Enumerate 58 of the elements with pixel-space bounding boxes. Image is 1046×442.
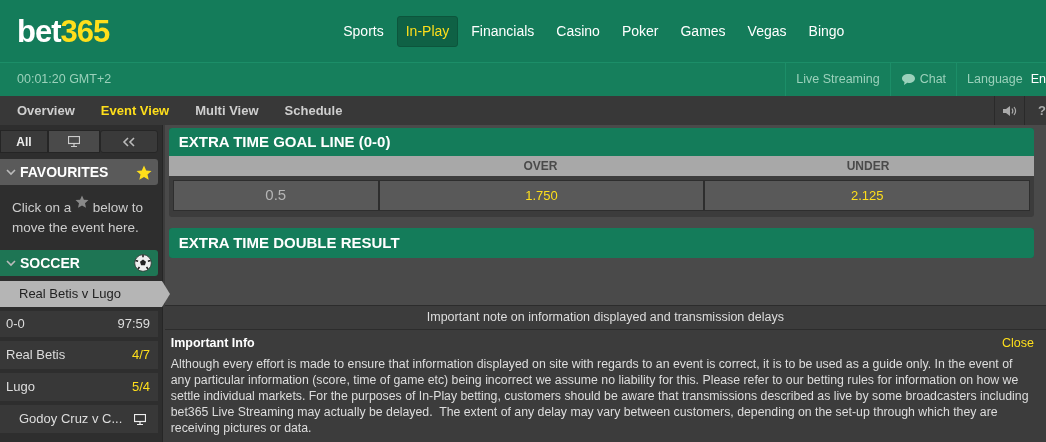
selection-row[interactable]: Real Betis 4/7 xyxy=(0,341,158,369)
selection-row[interactable]: Lugo 5/4 xyxy=(0,373,158,401)
soccer-ball-icon xyxy=(134,254,152,272)
clock-text: 00:01:20 GMT+2 xyxy=(17,71,112,89)
nav-tab[interactable]: Bingo xyxy=(799,15,854,47)
info-paragraph: Although every effort is made to ensure that information displayed on site with regards to an event is correct, it is to be used as a guide only. In the event of any particular information (score, time of game etc) being incorrect we assume no liability for this. Please refer to our betting rules for information on how we settle individual markets. For the purposes of In-Play betting, customers should be aware that transmissions described as live by some broadcasters including bet365 Live Streaming may actually be delayed. The extent of any delay may vary between customers, depending on the set-up through which they are receiving pictures or data. xyxy=(170,356,1030,436)
hint-text: below to xyxy=(92,200,144,215)
star-icon xyxy=(136,164,152,180)
section-title: FAVOURITES xyxy=(20,162,109,182)
nav-tab[interactable]: Sports xyxy=(334,15,393,47)
view-tab[interactable]: Multi View xyxy=(186,100,268,121)
nav-tab[interactable]: Games xyxy=(671,15,735,47)
event-item[interactable]: Godoy Cruz v C... xyxy=(0,405,158,433)
nav-tab[interactable]: Casino xyxy=(547,15,609,47)
match-clock: 97:59 xyxy=(117,315,150,334)
nav-tab[interactable]: Vegas xyxy=(738,15,796,47)
help-button[interactable]: ? xyxy=(1038,100,1046,121)
team-name: Lugo xyxy=(6,378,35,397)
nav-tab[interactable]: Financials xyxy=(462,15,544,47)
view-tab[interactable]: Overview xyxy=(8,100,84,121)
logo[interactable]: bet365 xyxy=(17,15,110,47)
info-title: Important Info xyxy=(170,335,255,351)
view-tab[interactable]: Event View xyxy=(91,100,179,121)
filter-tab[interactable] xyxy=(48,130,100,153)
nav-tab[interactable]: Poker xyxy=(612,15,668,47)
double-chevron-icon xyxy=(122,136,136,147)
language-label: Language xyxy=(967,71,1023,89)
nav-tab[interactable]: In-Play xyxy=(396,15,459,47)
line-cell: 0.5 xyxy=(172,180,379,211)
collapse-button[interactable] xyxy=(100,130,158,153)
chat-icon xyxy=(900,73,916,86)
language-value[interactable]: En xyxy=(1030,70,1046,89)
odds-button[interactable]: 2.125 xyxy=(704,180,1030,211)
odds-text: 5/4 xyxy=(131,378,150,397)
hint-text: move the event here. xyxy=(12,219,139,237)
filter-tab[interactable]: All xyxy=(0,130,48,153)
team-name: Real Betis xyxy=(6,346,66,365)
chat-link[interactable]: Chat xyxy=(919,70,947,89)
soccer-header[interactable]: SOCCER xyxy=(0,250,158,276)
section-title: SOCCER xyxy=(20,253,80,273)
odds-button[interactable]: 1.750 xyxy=(378,180,705,211)
speaker-icon[interactable] xyxy=(1001,103,1018,118)
event-name: Godoy Cruz v C... xyxy=(19,410,123,429)
monitor-icon xyxy=(68,136,80,147)
odds-text: 4/7 xyxy=(131,346,150,365)
close-link[interactable]: Close xyxy=(1002,335,1034,351)
column-header: OVER xyxy=(523,159,558,173)
column-header: UNDER xyxy=(846,159,890,173)
favourites-header[interactable]: FAVOURITES xyxy=(0,159,158,185)
market-header[interactable]: EXTRA TIME GOAL LINE (0-0) xyxy=(168,128,1034,156)
note-banner-text: Important note on information displayed and transmission delays xyxy=(426,309,784,327)
hint-text: Click on a xyxy=(12,200,72,215)
market-header[interactable]: EXTRA TIME DOUBLE RESULT xyxy=(168,228,1034,258)
score-text: 0-0 xyxy=(6,315,25,334)
live-streaming-link[interactable]: Live Streaming xyxy=(796,70,880,89)
event-item[interactable]: Real Betis v Lugo xyxy=(0,281,170,307)
star-icon xyxy=(75,195,90,208)
view-tab[interactable]: Schedule xyxy=(275,100,352,121)
